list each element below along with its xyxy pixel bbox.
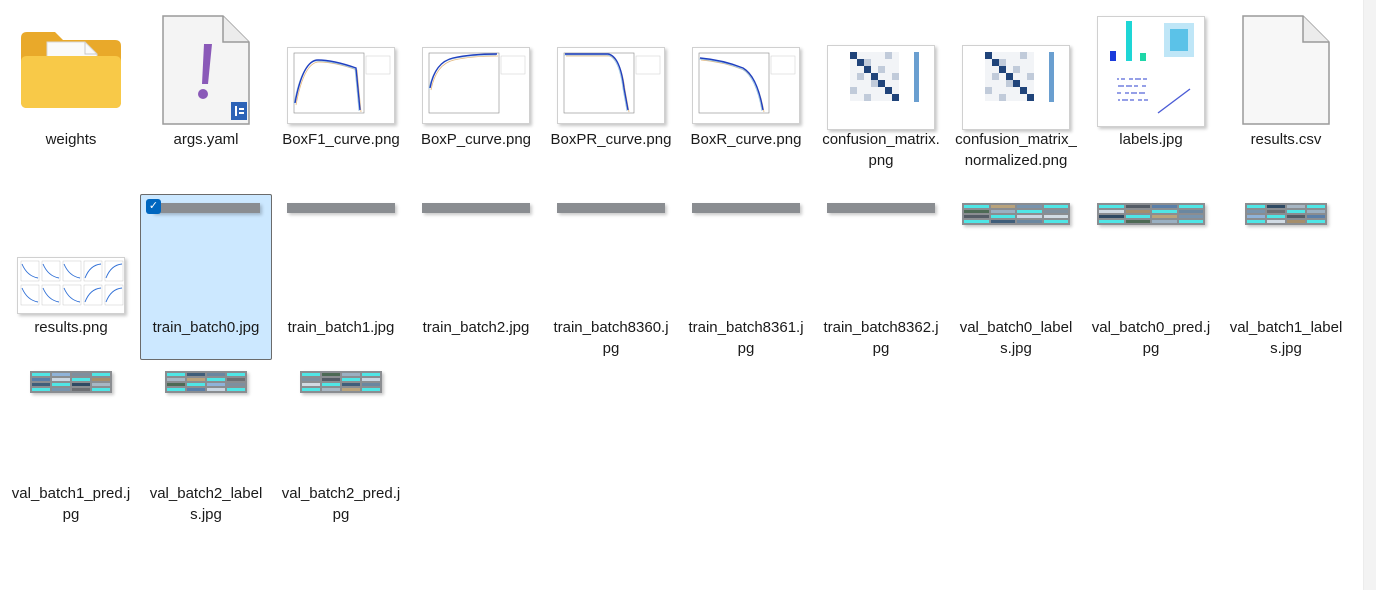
file-name: results.csv	[1250, 131, 1322, 148]
file-name: val_batch1_pred.jpg	[11, 485, 131, 523]
file-item[interactable]: confusion_matrix_normalized.png	[950, 4, 1082, 174]
file-item[interactable]: val_batch2_labels.jpg	[140, 362, 272, 532]
image-thumbnail	[692, 47, 800, 124]
generic-file-icon	[1242, 15, 1330, 125]
image-thumbnail	[692, 203, 800, 213]
file-name: val_batch2_pred.jpg	[281, 485, 401, 523]
image-thumbnail	[17, 257, 125, 314]
file-item[interactable]: train_batch1.jpg	[275, 194, 407, 360]
file-item[interactable]: labels.jpg	[1085, 4, 1217, 174]
file-name: train_batch8362.jpg	[823, 319, 939, 357]
folder-icon	[21, 32, 121, 108]
checkbox-checked-icon[interactable]: ✓	[146, 199, 161, 214]
file-item[interactable]: results.csv	[1220, 4, 1352, 174]
file-item[interactable]: results.png	[5, 194, 137, 360]
vertical-scrollbar[interactable]	[1363, 0, 1376, 590]
file-name: val_batch0_pred.jpg	[1091, 319, 1211, 357]
file-name: train_batch1.jpg	[287, 319, 395, 336]
file-item[interactable]: weights	[5, 4, 137, 174]
file-name: train_batch0.jpg	[152, 319, 260, 336]
file-name: labels.jpg	[1119, 131, 1183, 148]
file-name: BoxF1_curve.png	[282, 131, 400, 148]
file-item[interactable]: ✓ train_batch0.jpg	[140, 194, 272, 360]
file-item[interactable]: BoxP_curve.png	[410, 4, 542, 174]
image-thumbnail	[557, 203, 665, 213]
file-item[interactable]: BoxF1_curve.png	[275, 4, 407, 174]
image-thumbnail	[1245, 203, 1327, 225]
file-item[interactable]: confusion_matrix.png	[815, 4, 947, 174]
file-item[interactable]: train_batch8362.jpg	[815, 194, 947, 360]
image-thumbnail	[152, 203, 260, 213]
file-name: train_batch8361.jpg	[688, 319, 804, 357]
file-item[interactable]: val_batch1_labels.jpg	[1220, 194, 1352, 360]
file-name: args.yaml	[173, 131, 239, 148]
image-thumbnail	[422, 47, 530, 124]
file-name: train_batch8360.jpg	[553, 319, 669, 357]
image-thumbnail	[827, 45, 935, 130]
file-item[interactable]: val_batch0_pred.jpg	[1085, 194, 1217, 360]
file-item[interactable]: val_batch2_pred.jpg	[275, 362, 407, 532]
file-name: val_batch0_labels.jpg	[959, 319, 1073, 357]
image-thumbnail	[1097, 203, 1205, 225]
file-name: results.png	[34, 319, 108, 336]
image-thumbnail	[287, 47, 395, 124]
image-thumbnail	[422, 203, 530, 213]
image-thumbnail	[300, 371, 382, 393]
image-thumbnail	[827, 203, 935, 213]
file-item[interactable]: BoxR_curve.png	[680, 4, 812, 174]
file-name: BoxP_curve.png	[420, 131, 532, 148]
file-item[interactable]: val_batch0_labels.jpg	[950, 194, 1082, 360]
file-item[interactable]: train_batch8361.jpg	[680, 194, 812, 360]
image-thumbnail	[962, 203, 1070, 225]
image-thumbnail	[557, 47, 665, 124]
file-name: BoxPR_curve.png	[550, 131, 672, 148]
image-thumbnail	[165, 371, 247, 393]
file-name: BoxR_curve.png	[690, 131, 802, 148]
file-item[interactable]: val_batch1_pred.jpg	[5, 362, 137, 532]
file-name: val_batch2_labels.jpg	[149, 485, 263, 523]
file-item[interactable]: BoxPR_curve.png	[545, 4, 677, 174]
file-item[interactable]: train_batch2.jpg	[410, 194, 542, 360]
file-item[interactable]: args.yaml	[140, 4, 272, 174]
file-name: train_batch2.jpg	[422, 319, 530, 336]
file-item[interactable]: train_batch8360.jpg	[545, 194, 677, 360]
image-thumbnail	[962, 45, 1070, 130]
file-name: weights	[45, 131, 97, 148]
image-thumbnail	[30, 371, 112, 393]
file-name: confusion_matrix.png	[822, 131, 940, 169]
image-thumbnail	[1097, 16, 1205, 127]
yaml-file-icon	[162, 15, 250, 125]
file-name: val_batch1_labels.jpg	[1229, 319, 1343, 357]
image-thumbnail	[287, 203, 395, 213]
file-name: confusion_matrix_normalized.png	[955, 131, 1077, 169]
